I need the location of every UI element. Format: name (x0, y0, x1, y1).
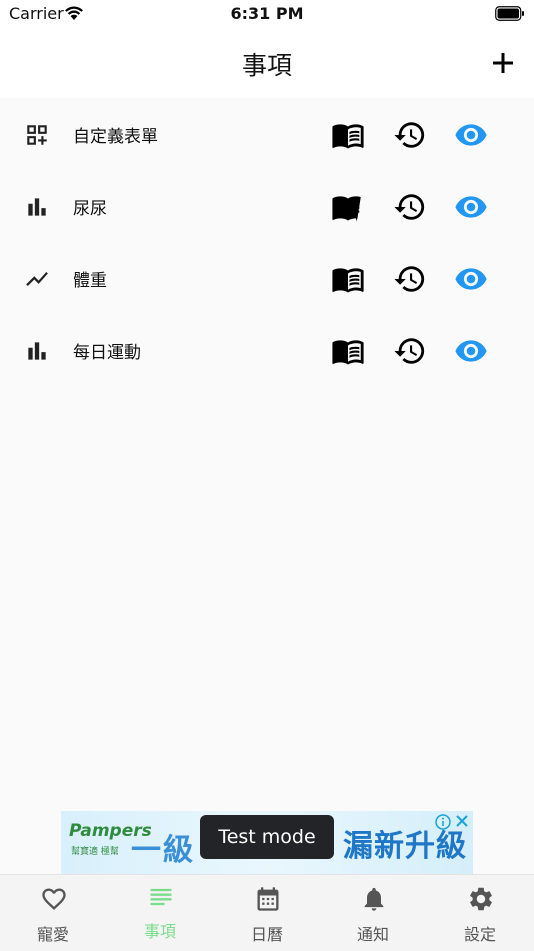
close-icon[interactable] (454, 813, 470, 829)
list-icon (150, 888, 172, 906)
history-icon[interactable] (393, 262, 427, 296)
tab-bar: 寵愛 事項 日曆 通知 設定 (0, 874, 534, 951)
bell-icon (364, 887, 384, 911)
plus-icon[interactable] (486, 46, 520, 80)
calendar-icon (257, 887, 279, 911)
navigation-bar: 事項 (0, 30, 534, 98)
heart-icon (42, 888, 66, 910)
battery-icon (495, 6, 524, 21)
list-item[interactable]: 體重 (0, 242, 534, 314)
book-icon[interactable] (331, 118, 365, 152)
history-icon[interactable] (393, 190, 427, 224)
tab-items[interactable]: 事項 (107, 875, 213, 951)
tab-calendar[interactable]: 日曆 (214, 875, 320, 951)
status-bar: Carrier 6:31 PM (0, 0, 534, 30)
tab-label: 通知 (356, 925, 389, 944)
tab-label: 事項 (143, 922, 176, 941)
eye-icon[interactable] (454, 334, 488, 368)
list-item[interactable]: 自定義表單 (0, 98, 534, 170)
list-item[interactable]: 尿尿 (0, 170, 534, 242)
history-icon[interactable] (393, 118, 427, 152)
tab-settings[interactable]: 設定 (427, 875, 533, 951)
eye-icon[interactable] (454, 118, 488, 152)
info-icon[interactable] (435, 814, 451, 830)
list-item[interactable]: 每日運動 (0, 314, 534, 386)
item-label: 自定義表單 (73, 127, 158, 147)
test-mode-toast: Test mode (200, 815, 334, 859)
history-icon[interactable] (393, 334, 427, 368)
bar-chart-icon (28, 342, 46, 360)
ad-headline-left: 一級 (131, 833, 195, 868)
page-title: 事項 (241, 51, 292, 80)
tab-label: 寵愛 (36, 925, 69, 944)
item-list: 自定義表單 尿尿 體重 每日運動 (0, 98, 534, 386)
book-icon[interactable] (331, 190, 365, 224)
item-label: 每日運動 (73, 343, 141, 363)
book-icon[interactable] (331, 262, 365, 296)
qr-add-icon (27, 125, 47, 145)
eye-icon[interactable] (454, 190, 488, 224)
tab-pets[interactable]: 寵愛 (0, 875, 106, 951)
bar-chart-icon (28, 198, 46, 216)
ad-brand-sub: 幫寶適 極幫 (71, 847, 119, 857)
tab-label: 設定 (463, 925, 496, 944)
trend-line-icon (26, 271, 48, 287)
item-label: 尿尿 (73, 199, 107, 219)
eye-icon[interactable] (454, 262, 488, 296)
status-time: 6:31 PM (230, 4, 304, 23)
tab-notifications[interactable]: 通知 (320, 875, 426, 951)
tab-label: 日曆 (250, 925, 283, 944)
item-label: 體重 (73, 271, 107, 291)
gear-icon (470, 887, 492, 911)
book-icon[interactable] (331, 334, 365, 368)
